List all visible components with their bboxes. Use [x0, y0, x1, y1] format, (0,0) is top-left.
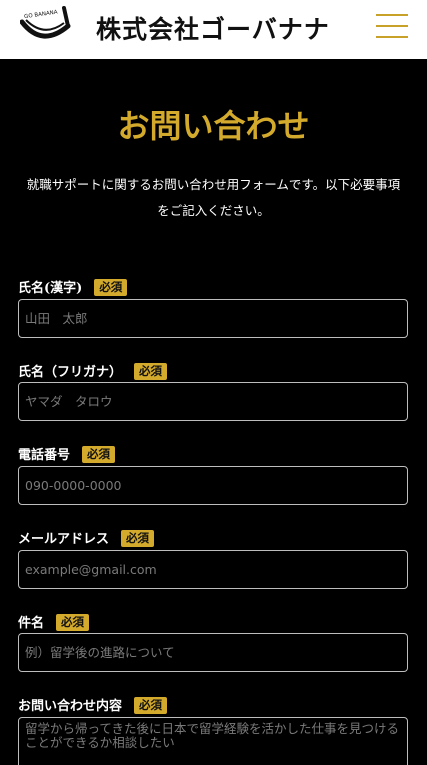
subject-input[interactable] [18, 633, 408, 672]
site-header: GO BANANA 株式会社ゴーバナナ [0, 0, 427, 59]
subject-label-text: 件名 [18, 616, 45, 631]
hamburger-icon-bar [376, 25, 408, 27]
required-badge: 必須 [134, 363, 168, 380]
name-kana-input[interactable] [18, 382, 408, 421]
subject-label: 件名 必須 [18, 612, 90, 631]
svg-text:GO BANANA: GO BANANA [24, 10, 58, 21]
required-badge: 必須 [56, 614, 90, 631]
name-kana-label-text: 氏名（フリガナ） [18, 365, 123, 380]
page-title: お問い合わせ [117, 107, 310, 145]
required-badge: 必須 [94, 279, 128, 296]
form-intro: 就職サポートに関するお問い合わせ用フォームです。以下必要事項をご記入ください。 [26, 177, 401, 218]
name-kanji-input[interactable] [18, 299, 408, 338]
email-input[interactable] [18, 550, 408, 589]
inquiry-label: お問い合わせ内容 必須 [18, 695, 168, 714]
email-label: メールアドレス 必須 [18, 528, 155, 547]
phone-label: 電話番号 必須 [18, 444, 116, 463]
company-logo[interactable]: GO BANANA 株式会社ゴーバナナ [19, 4, 329, 46]
phone-label-text: 電話番号 [18, 448, 71, 463]
phone-input[interactable] [18, 466, 408, 505]
hamburger-icon-bar [376, 36, 408, 38]
required-badge: 必須 [134, 697, 168, 714]
hamburger-menu-button[interactable] [376, 14, 408, 38]
inquiry-textarea[interactable] [18, 717, 408, 765]
name-kanji-label: 氏名(漢字) 必須 [18, 277, 128, 296]
required-badge: 必須 [82, 446, 116, 463]
banana-logo-icon: GO BANANA [19, 6, 71, 39]
name-kanji-label-text: 氏名(漢字) [18, 281, 83, 296]
inquiry-label-text: お問い合わせ内容 [18, 699, 123, 714]
logo-company-name: 株式会社ゴーバナナ [96, 15, 330, 44]
required-badge: 必須 [121, 530, 155, 547]
email-label-text: メールアドレス [18, 532, 110, 547]
hamburger-icon [376, 14, 408, 16]
name-kana-label: 氏名（フリガナ） 必須 [18, 361, 168, 380]
